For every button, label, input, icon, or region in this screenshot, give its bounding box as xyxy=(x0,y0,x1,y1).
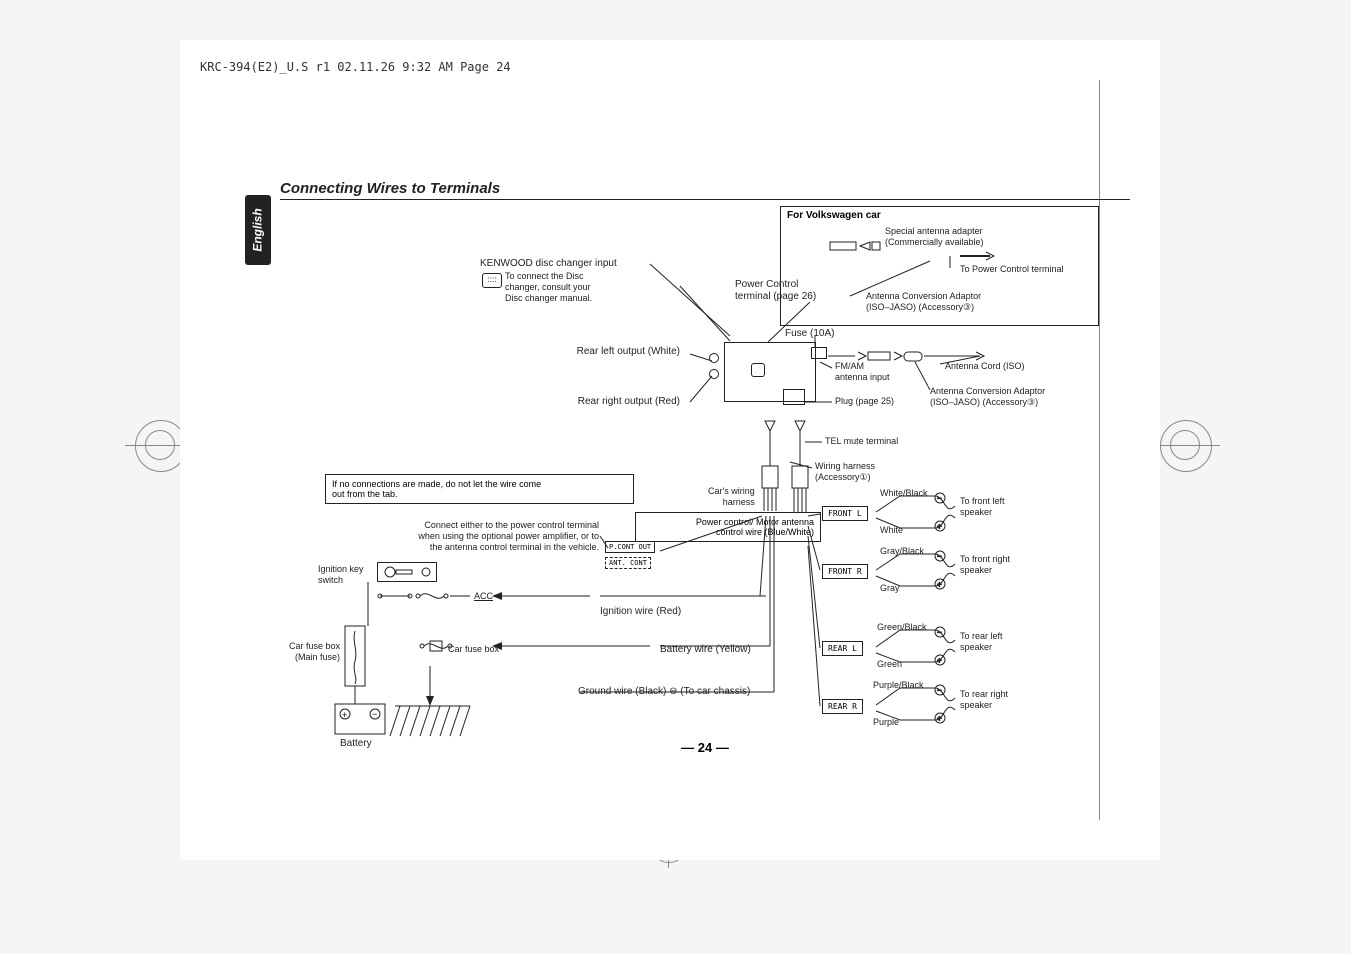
page-number: — 24 — xyxy=(280,740,1130,755)
section-title: Connecting Wires to Terminals xyxy=(280,180,1130,200)
svg-text:−: − xyxy=(937,628,942,637)
language-tab: English xyxy=(245,195,271,265)
svg-text:−: − xyxy=(937,686,942,695)
svg-text:−: − xyxy=(937,494,942,503)
page: KRC-394(E2)_U.S r1 02.11.26 9:32 AM Page… xyxy=(180,40,1160,860)
svg-text:+: + xyxy=(937,580,942,589)
wiring-diagram: For Volkswagen car Special antenna adapt… xyxy=(280,206,1130,786)
svg-text:+: + xyxy=(937,656,942,665)
svg-text:+: + xyxy=(937,714,942,723)
print-header: KRC-394(E2)_U.S r1 02.11.26 9:32 AM Page… xyxy=(200,60,511,74)
svg-text:+: + xyxy=(937,522,942,531)
svg-text:−: − xyxy=(937,552,942,561)
